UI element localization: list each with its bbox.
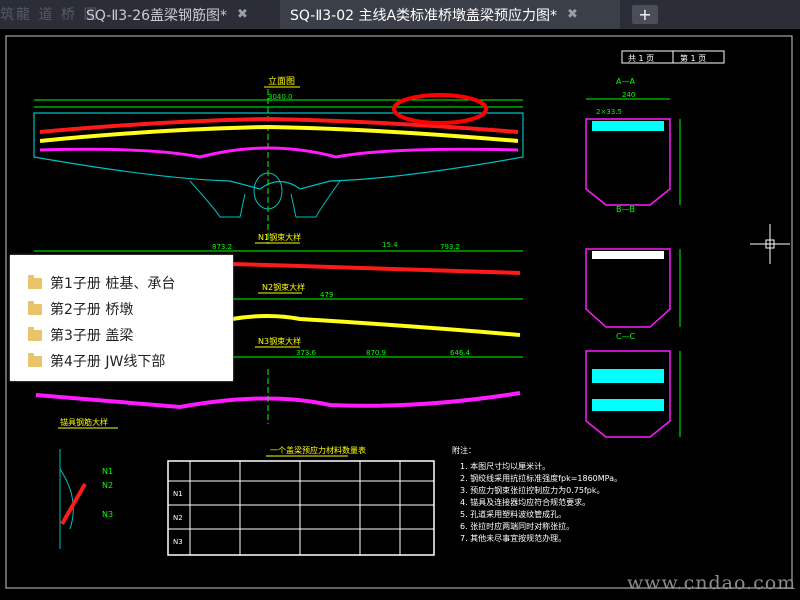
notes-title: 附注： (452, 445, 476, 455)
table-row-n3: N3 (173, 538, 183, 546)
elevation-title: 立面图 (268, 75, 295, 87)
section-cc-ducts (592, 369, 664, 383)
folder-item-2[interactable]: 第2子册 桥墩 (28, 299, 133, 319)
note-line: 3. 预应力钢束张拉控制应力为0.75fpk。 (460, 485, 605, 495)
anchor-label-n3: N3 (102, 510, 113, 519)
tendon-n1-title: N1钢束大样 (258, 232, 301, 242)
tab-rebar-drawing[interactable]: SQ-Ⅱ3-26盖梁钢筋图* ✖ (78, 0, 282, 29)
section-cc-ducts-lower (592, 399, 664, 411)
folder-icon (28, 274, 42, 289)
anchor-detail-title: 锚具钢筋大样 (60, 417, 108, 427)
folder-label: 第2子册 桥墩 (50, 302, 134, 318)
sheet-total: 共 1 页 (628, 54, 654, 63)
tab-label: SQ-Ⅱ3-26盖梁钢筋图* (86, 7, 228, 24)
tab-prestress-drawing[interactable]: SQ-Ⅱ3-02 主线A类标准桥墩盖梁预应力图* ✖ (280, 0, 620, 29)
section-aa-outline (585, 118, 671, 206)
pier-right (290, 180, 341, 218)
section-aa-title: A—A (616, 77, 635, 86)
tendon-n2-detail (231, 314, 521, 337)
section-bb-title: B—B (616, 205, 635, 214)
anchor-label-n2: N2 (102, 481, 113, 490)
note-line: 1. 本图尺寸均以厘米计。 (460, 461, 550, 471)
tab-bar: 筑龍 道 桥 网 SQ-Ⅱ3-26盖梁钢筋图* ✖ SQ-Ⅱ3-02 主线A类标… (0, 0, 800, 29)
folder-icon (28, 352, 42, 367)
tendon-n1-dim-4: 793.2 (440, 243, 460, 251)
folder-label: 第4子册 JW线下部 (50, 354, 166, 370)
anchor-tendon (60, 483, 87, 525)
tendon-n1-dim-3: 15.4 (382, 241, 398, 249)
table-row-n1: N1 (173, 490, 183, 498)
section-aa-spacing: 2×33.5 (596, 108, 622, 116)
highlight-ellipse (392, 93, 488, 125)
pier-left (189, 180, 246, 218)
table-row-n2: N2 (173, 514, 183, 522)
anchor-label-n1: N1 (102, 467, 113, 476)
folder-label: 第3子册 盖梁 (50, 328, 134, 344)
tendon-n3-dim-2: 870.9 (366, 349, 386, 357)
section-cc-outline (585, 350, 671, 438)
folder-icon (28, 300, 42, 315)
section-bb-ducts (592, 251, 664, 259)
sheet-page: 第 1 页 (680, 53, 706, 63)
folder-icon (28, 326, 42, 341)
section-cc-title: C—C (616, 332, 636, 341)
note-line: 2. 钢绞线采用抗拉标准强度fpk=1860MPa。 (460, 473, 622, 483)
material-table (167, 460, 435, 556)
note-line: 7. 其他未尽事宜按规范办理。 (460, 533, 566, 543)
note-line: 4. 锚具及连接器均应符合规范要求。 (460, 497, 590, 507)
tendon-n1-dim: 873.2 (212, 243, 232, 251)
close-icon[interactable]: ✖ (567, 7, 578, 22)
section-bb-outline (585, 248, 671, 328)
tendon-n3-elevation (39, 146, 519, 159)
tab-label: SQ-Ⅱ3-02 主线A类标准桥墩盖梁预应力图* (290, 7, 558, 24)
drawing-canvas[interactable]: 共 1 页 第 1 页 立面图 3040.0 N1钢束大样 873.2 15.4… (0, 29, 800, 600)
close-icon[interactable]: ✖ (237, 7, 248, 22)
tendon-n2-elevation (39, 124, 519, 143)
tendon-n3-title: N3钢束大样 (258, 336, 301, 346)
elevation-dimension: 3040.0 (268, 93, 293, 101)
folder-label: 第1子册 桩基、承台 (50, 276, 176, 292)
tendon-n2-title: N2钢束大样 (262, 282, 305, 292)
tendon-n3-detail (35, 391, 521, 410)
site-watermark: www.cndao.com (627, 572, 797, 594)
table-title: 一个盖梁预应力材料数量表 (270, 445, 366, 455)
note-line: 6. 张拉时应两端同时对称张拉。 (460, 521, 574, 531)
note-line: 5. 孔道采用塑料波纹管成孔。 (460, 509, 566, 519)
section-aa-ducts (592, 121, 664, 131)
folder-item-4[interactable]: 第4子册 JW线下部 (28, 351, 165, 371)
tendon-n2-dim: 479 (320, 291, 333, 299)
section-aa-width: 240 (622, 91, 635, 99)
folder-list-panel: 第1子册 桩基、承台 第2子册 桥墩 第3子册 盖梁 第4子册 JW线下部 (10, 255, 233, 381)
new-tab-button[interactable]: + (632, 5, 658, 24)
folder-item-1[interactable]: 第1子册 桩基、承台 (28, 273, 175, 293)
anchor-outline (59, 449, 74, 549)
tendon-n3-dim-3: 646.4 (450, 349, 471, 357)
folder-item-3[interactable]: 第3子册 盖梁 (28, 325, 133, 345)
tendon-n3-dim-1: 373.6 (296, 349, 317, 357)
